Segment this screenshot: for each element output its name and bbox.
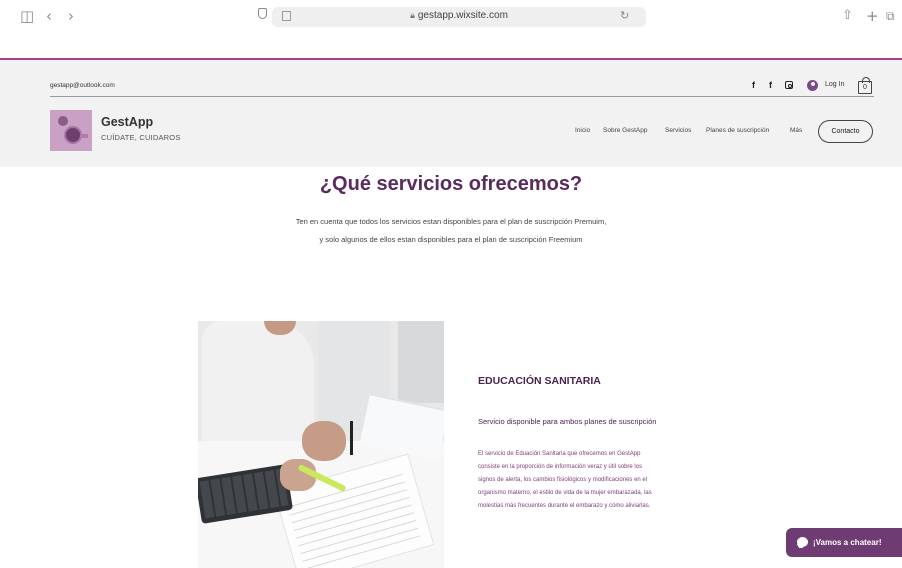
user-avatar-icon[interactable] bbox=[807, 80, 818, 91]
sidebar-icon[interactable]: ◫ bbox=[20, 7, 34, 25]
chat-button[interactable]: ¡Vamos a chatear! bbox=[786, 528, 902, 557]
share-icon[interactable]: ⇧ bbox=[842, 7, 853, 25]
nav-servicios[interactable]: Servicios bbox=[665, 127, 691, 134]
login-link[interactable]: Log In bbox=[825, 81, 844, 88]
facebook-icon[interactable]: f bbox=[769, 80, 772, 90]
contact-email[interactable]: gestapp@outlook.com bbox=[50, 82, 115, 89]
nav-planes[interactable]: Planes de suscripción bbox=[706, 127, 769, 134]
chat-label: ¡Vamos a chatear! bbox=[813, 538, 882, 547]
browser-toolbar: ◫ ‹ › 🔒︎ gestapp.wixsite.com ↻ ⇧ + ⧉ bbox=[0, 0, 902, 34]
service-photo bbox=[198, 321, 444, 568]
service-title: EDUCACIÓN SANITARIA bbox=[478, 375, 601, 387]
instagram-icon[interactable] bbox=[785, 81, 793, 89]
new-tab-icon[interactable]: + bbox=[866, 7, 879, 25]
chat-bubble-icon bbox=[797, 537, 808, 547]
service-subtitle: Servicio disponible para ambos planes de… bbox=[478, 417, 657, 426]
service-description-line: signos de alerta, los cambios fisiológic… bbox=[478, 477, 648, 483]
contact-button[interactable]: Contacto bbox=[818, 120, 873, 143]
nav-inicio[interactable]: Inicio bbox=[575, 127, 590, 134]
brand-name[interactable]: GestApp bbox=[101, 115, 153, 129]
nav-sobre-gestapp[interactable]: Sobre GestApp bbox=[603, 127, 647, 134]
reload-icon[interactable]: ↻ bbox=[620, 9, 629, 22]
address-bar[interactable]: 🔒︎ gestapp.wixsite.com ↻ bbox=[272, 7, 646, 27]
intro-line-2: y solo algunos de ellos estan disponible… bbox=[319, 235, 583, 244]
page-title: ¿Qué servicios ofrecemos? bbox=[319, 173, 583, 195]
service-description-line: consiste en la proporción de información… bbox=[478, 464, 643, 470]
lock-icon: 🔒︎ bbox=[410, 10, 415, 20]
shield-icon[interactable] bbox=[258, 8, 267, 19]
brand-tagline: CUÍDATE, CUIDAROS bbox=[101, 133, 181, 142]
site-header: gestapp@outlook.com f f Log In 0 GestApp… bbox=[0, 60, 902, 167]
tabs-icon[interactable]: ⧉ bbox=[886, 7, 895, 25]
url-text: gestapp.wixsite.com bbox=[417, 10, 508, 21]
site-logo[interactable] bbox=[50, 110, 92, 151]
cart-count: 0 bbox=[863, 84, 867, 91]
nav-mas[interactable]: Más bbox=[790, 127, 802, 134]
service-description-line: organismo materno, el estilo de vida de … bbox=[478, 490, 652, 496]
service-description-line: El servicio de Eduación Sanitaria que of… bbox=[478, 451, 641, 457]
intro-line-1: Ten en cuenta que todos los servicios es… bbox=[295, 217, 607, 226]
header-divider bbox=[50, 96, 874, 97]
back-icon[interactable]: ‹ bbox=[46, 7, 52, 25]
cart-icon[interactable]: 0 bbox=[858, 77, 872, 94]
forward-icon[interactable]: › bbox=[68, 7, 74, 25]
facebook-icon[interactable]: f bbox=[752, 80, 755, 90]
service-description-line: molestias más frecuentes durante el emba… bbox=[478, 503, 651, 509]
